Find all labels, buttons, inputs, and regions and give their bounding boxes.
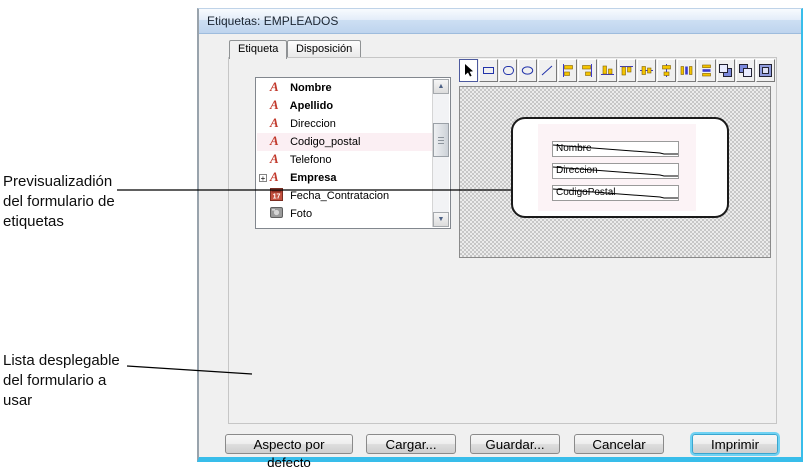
- rectangle-tool-icon[interactable]: [479, 59, 498, 82]
- tab-etiqueta[interactable]: Etiqueta: [229, 40, 287, 59]
- date-field-icon: 17: [270, 188, 283, 201]
- preview-field[interactable]: CodigoPostal: [552, 185, 679, 201]
- align-top-icon[interactable]: [618, 59, 637, 82]
- list-item-label: Codigo_postal: [290, 136, 360, 148]
- list-item-label: Apellido: [290, 100, 333, 112]
- page: Etiquetas: EMPLEADOS Etiqueta Disposició…: [0, 0, 805, 473]
- list-item[interactable]: Foto: [257, 205, 433, 223]
- expand-plus-icon[interactable]: [259, 174, 267, 182]
- field-icon: [270, 151, 283, 167]
- label-preview-area: Nombre Direccion CodigoPostal: [459, 86, 771, 258]
- send-to-back-icon[interactable]: [736, 59, 755, 82]
- list-item-label: Nombre: [290, 82, 332, 94]
- ellipse-tool-icon[interactable]: [518, 59, 537, 82]
- list-item[interactable]: Codigo_postal: [257, 133, 433, 151]
- field-list[interactable]: Nombre Apellido Direccion Codigo_postal …: [255, 77, 451, 229]
- field-icon: [270, 79, 283, 95]
- group-objects-icon[interactable]: [756, 59, 775, 82]
- list-item-label: Empresa: [290, 172, 336, 184]
- line-tool-icon[interactable]: [538, 59, 557, 82]
- distribute-horizontal-icon[interactable]: [677, 59, 696, 82]
- list-item-label: Fecha_Contratacion: [290, 190, 389, 202]
- svg-text:17: 17: [273, 194, 281, 201]
- tab-label: Etiqueta: [238, 43, 278, 55]
- field-icon: [270, 97, 283, 113]
- field-icon: [270, 115, 283, 131]
- field-icon: [270, 169, 283, 185]
- cancel-button[interactable]: Cancelar: [574, 434, 664, 454]
- bring-to-front-icon[interactable]: [717, 59, 736, 82]
- list-item-label: Foto: [290, 208, 312, 220]
- scroll-up-icon[interactable]: [433, 79, 449, 94]
- print-button[interactable]: Imprimir: [692, 434, 778, 454]
- align-left-icon[interactable]: [558, 59, 577, 82]
- list-item[interactable]: Telefono: [257, 151, 433, 169]
- preview-field[interactable]: Direccion: [552, 163, 679, 179]
- load-button[interactable]: Cargar...: [366, 434, 456, 454]
- pointer-tool-icon[interactable]: [459, 59, 478, 82]
- annotation-dropdown: Lista desplegable del formulario a usar: [3, 351, 203, 411]
- list-item[interactable]: Empresa: [257, 169, 433, 187]
- default-aspect-button[interactable]: Aspecto por defecto: [225, 434, 353, 454]
- list-item[interactable]: Direccion: [257, 115, 433, 133]
- list-item-label: Direccion: [290, 118, 336, 130]
- list-item-label: Telefono: [290, 154, 332, 166]
- align-bottom-icon[interactable]: [598, 59, 617, 82]
- field-icon: [270, 133, 283, 149]
- title-bar[interactable]: Etiquetas: EMPLEADOS: [199, 9, 801, 34]
- align-right-icon[interactable]: [578, 59, 597, 82]
- designer-toolbar: [459, 59, 776, 82]
- window-title: Etiquetas: EMPLEADOS: [207, 14, 338, 28]
- list-item[interactable]: Nombre: [257, 79, 433, 97]
- preview-field[interactable]: Nombre: [552, 141, 679, 157]
- rounded-rectangle-tool-icon[interactable]: [499, 59, 518, 82]
- list-scrollbar[interactable]: [432, 79, 449, 227]
- preview-field-label: CodigoPostal: [556, 187, 615, 198]
- annotation-preview: Previsualizadión del formulario de etiqu…: [3, 172, 203, 232]
- picture-field-icon: [270, 206, 283, 219]
- save-button[interactable]: Guardar...: [470, 434, 560, 454]
- preview-field-label: Nombre: [556, 143, 592, 154]
- distribute-vertical-icon[interactable]: [697, 59, 716, 82]
- list-item[interactable]: 17 Fecha_Contratacion: [257, 187, 433, 205]
- preview-field-label: Direccion: [556, 165, 598, 176]
- list-item[interactable]: Apellido: [257, 97, 433, 115]
- scroll-down-icon[interactable]: [433, 212, 449, 227]
- center-vertical-icon[interactable]: [637, 59, 656, 82]
- tab-label: Disposición: [296, 43, 352, 55]
- center-horizontal-icon[interactable]: [657, 59, 676, 82]
- tab-disposicion[interactable]: Disposición: [287, 40, 361, 58]
- scrollbar-thumb[interactable]: [433, 123, 449, 157]
